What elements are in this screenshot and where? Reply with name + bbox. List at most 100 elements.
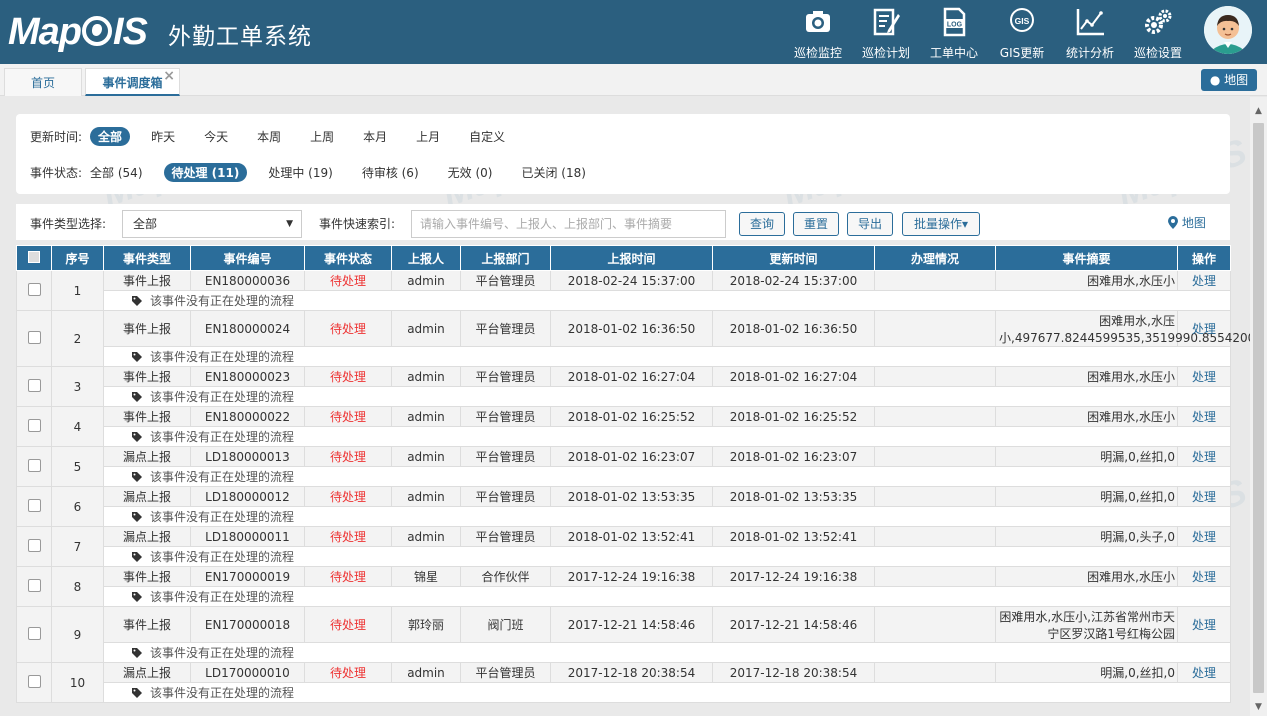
nav-patrol-settings[interactable]: 巡检设置 (1124, 0, 1192, 64)
map-link[interactable]: 地图 (1168, 214, 1206, 231)
checkbox[interactable] (27, 578, 41, 592)
user-avatar-icon[interactable] (1204, 6, 1252, 54)
row-checkbox[interactable] (16, 310, 52, 367)
select-all-checkbox[interactable] (16, 245, 52, 271)
status-option-all[interactable]: 全部 (54) (90, 163, 150, 182)
row-checkbox[interactable] (16, 366, 52, 407)
status-option-processing[interactable]: 处理中 (19) (260, 163, 340, 182)
table-subrow: 该事件没有正在处理的流程 (17, 466, 1231, 487)
time-option-this-month[interactable]: 本月 (355, 127, 395, 146)
checkbox[interactable] (27, 458, 41, 472)
event-type-cell: 漏点上报 (103, 486, 191, 507)
status-option-invalid[interactable]: 无效 (0) (440, 163, 501, 182)
vertical-scrollbar[interactable]: ▲ ▼ (1250, 97, 1267, 716)
search-input[interactable] (411, 210, 726, 238)
status-option-reviewing[interactable]: 待审核 (6) (354, 163, 427, 182)
process-link[interactable]: 处理 (1192, 570, 1216, 584)
time-option-last-week[interactable]: 上周 (302, 127, 342, 146)
time-option-custom[interactable]: 自定义 (461, 127, 513, 146)
process-link[interactable]: 处理 (1192, 666, 1216, 680)
process-link[interactable]: 处理 (1192, 410, 1216, 424)
process-note-cell: 该事件没有正在处理的流程 (103, 546, 1231, 567)
time-option-all[interactable]: 全部 (90, 126, 131, 146)
time-option-last-month[interactable]: 上月 (408, 127, 448, 146)
update-time-cell: 2018-01-02 16:23:07 (712, 446, 875, 467)
query-button[interactable]: 查询 (739, 212, 785, 236)
checkbox[interactable] (27, 538, 41, 552)
close-icon[interactable]: × (163, 62, 175, 90)
scroll-down-icon[interactable]: ▼ (1250, 699, 1267, 716)
tab-home[interactable]: 首页 (4, 68, 82, 96)
process-link[interactable]: 处理 (1192, 530, 1216, 544)
svg-text:LOG: LOG (947, 22, 963, 29)
events-table: 序号 事件类型 事件编号 事件状态 上报人 上报部门 上报时间 更新时间 办理情… (16, 245, 1250, 703)
action-cell: 处理 (1177, 526, 1231, 547)
status-cell: 待处理 (304, 526, 392, 547)
checkbox[interactable] (27, 626, 41, 640)
svg-text:GIS: GIS (1015, 16, 1030, 26)
process-link[interactable]: 处理 (1192, 274, 1216, 288)
process-link[interactable]: 处理 (1192, 490, 1216, 504)
nav-patrol-plan[interactable]: 巡检计划 (852, 0, 920, 64)
checkbox[interactable] (27, 378, 41, 392)
summary-cell: 困难用水,水压小,497677.8244599535,3519990.85542… (995, 310, 1250, 347)
tag-icon (132, 648, 142, 658)
reporter-cell: admin (391, 526, 461, 547)
gears-icon (1145, 9, 1172, 34)
row-checkbox[interactable] (16, 526, 52, 567)
nav-patrol-monitor[interactable]: 巡检监控 (784, 0, 852, 64)
status-cell: 待处理 (304, 310, 392, 347)
report-time-cell: 2018-01-02 16:23:07 (550, 446, 713, 467)
row-checkbox[interactable] (16, 566, 52, 607)
process-note-cell: 该事件没有正在处理的流程 (103, 426, 1231, 447)
nav-statistics[interactable]: 统计分析 (1056, 0, 1124, 64)
map-button[interactable]: ● 地图 (1201, 69, 1257, 91)
event-type-select[interactable]: 全部 ▼ (122, 210, 302, 238)
process-link[interactable]: 处理 (1192, 450, 1216, 464)
status-option-closed[interactable]: 已关闭 (18) (513, 163, 593, 182)
action-cell: 处理 (1177, 366, 1231, 387)
row-checkbox[interactable] (16, 270, 52, 311)
nav-gis-update[interactable]: GIS GIS更新 (988, 0, 1056, 64)
time-option-yesterday[interactable]: 昨天 (143, 127, 183, 146)
checkbox[interactable] (27, 282, 41, 296)
batch-operation-button[interactable]: 批量操作▾ (902, 212, 980, 236)
table-subrow: 该事件没有正在处理的流程 (17, 642, 1231, 663)
dept-cell: 平台管理员 (460, 662, 551, 683)
row-checkbox[interactable] (16, 486, 52, 527)
checkbox[interactable] (27, 498, 41, 512)
tab-event-dispatch[interactable]: 事件调度箱 × (85, 68, 180, 96)
process-link[interactable]: 处理 (1192, 618, 1216, 632)
process-note-text: 该事件没有正在处理的流程 (150, 646, 295, 660)
handling-cell (874, 606, 996, 643)
checkbox[interactable] (27, 674, 41, 688)
scroll-up-icon[interactable]: ▲ (1250, 103, 1267, 120)
tag-icon (132, 592, 142, 602)
process-note-text: 该事件没有正在处理的流程 (150, 590, 295, 604)
export-button[interactable]: 导出 (847, 212, 893, 236)
process-link[interactable]: 处理 (1192, 370, 1216, 384)
row-number-cell: 8 (51, 566, 104, 607)
event-type-cell: 事件上报 (103, 566, 191, 587)
action-cell: 处理 (1177, 662, 1231, 683)
event-type-cell: 漏点上报 (103, 662, 191, 683)
summary-cell: 明漏,0,头子,0 (995, 526, 1178, 547)
reset-button[interactable]: 重置 (793, 212, 839, 236)
checkbox[interactable] (27, 418, 41, 432)
nav-work-order-center[interactable]: LOG 工单中心 (920, 0, 988, 64)
time-option-this-week[interactable]: 本周 (249, 127, 289, 146)
event-type-cell: 事件上报 (103, 606, 191, 643)
process-link[interactable]: 处理 (1192, 322, 1216, 336)
time-option-today[interactable]: 今天 (196, 127, 236, 146)
scroll-thumb[interactable] (1253, 123, 1264, 693)
event-type-cell: 事件上报 (103, 406, 191, 427)
tag-icon (132, 352, 142, 362)
row-checkbox[interactable] (16, 662, 52, 703)
status-option-pending[interactable]: 待处理 (11) (163, 162, 248, 182)
row-checkbox[interactable] (16, 446, 52, 487)
row-checkbox[interactable] (16, 606, 52, 663)
checkbox[interactable] (27, 330, 41, 344)
table-subrow: 该事件没有正在处理的流程 (17, 290, 1231, 311)
table-subrow: 该事件没有正在处理的流程 (17, 682, 1231, 703)
row-checkbox[interactable] (16, 406, 52, 447)
